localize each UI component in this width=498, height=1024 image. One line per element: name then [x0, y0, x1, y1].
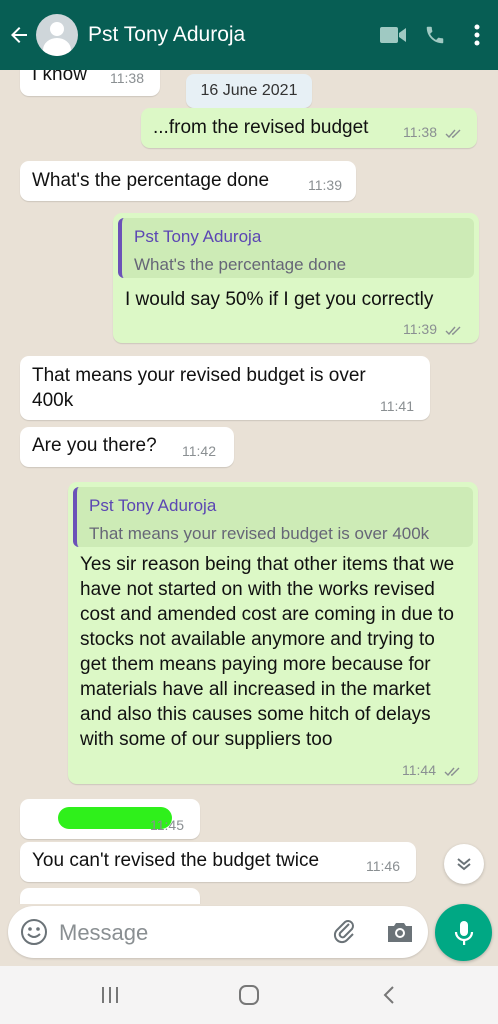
message-time: 11:44	[402, 762, 462, 778]
message-time: 11:42	[182, 443, 216, 459]
message-time: 11:41	[380, 398, 414, 414]
message-text: Yes sir reason being that other items th…	[80, 554, 455, 750]
quote-author: Pst Tony Aduroja	[134, 227, 262, 246]
message-text: Are you there?	[32, 435, 157, 456]
message-time: 11:39	[308, 177, 342, 193]
voice-call-button[interactable]	[414, 0, 456, 70]
message-incoming-partial[interactable]	[20, 888, 200, 904]
more-vertical-icon	[474, 24, 480, 46]
mic-button[interactable]	[435, 904, 492, 961]
quoted-message[interactable]: Pst Tony Aduroja What's the percentage d…	[118, 218, 474, 278]
message-outgoing[interactable]: Pst Tony Aduroja That means your revised…	[68, 482, 478, 784]
message-text: ...from the revised budget	[153, 117, 369, 138]
read-ticks-icon	[445, 326, 461, 336]
message-text: You can't revised the budget twice	[32, 850, 320, 871]
contact-name[interactable]: Pst Tony Aduroja	[88, 23, 372, 47]
microphone-icon	[454, 920, 473, 945]
date-chip: 16 June 2021	[186, 74, 312, 108]
home-button[interactable]	[234, 980, 264, 1010]
paperclip-icon[interactable]	[331, 918, 359, 946]
system-nav-bar	[0, 966, 498, 1024]
phone-icon	[426, 26, 444, 44]
avatar[interactable]	[36, 14, 78, 56]
home-icon	[239, 985, 259, 1005]
emoji-icon[interactable]	[20, 918, 48, 946]
chevron-double-down-icon	[457, 858, 471, 871]
chat-area[interactable]: I know 11:38 16 June 2021 ...from the re…	[0, 70, 498, 904]
message-text: That means your revised budget is over 4…	[32, 365, 366, 411]
video-call-icon	[380, 27, 406, 43]
message-time: 11:45	[150, 817, 184, 833]
read-ticks-icon	[445, 129, 461, 139]
message-input[interactable]: Message	[59, 920, 148, 946]
message-incoming[interactable]: Are you there? 11:42	[20, 427, 234, 467]
message-composer[interactable]: Message	[8, 906, 428, 958]
message-time: 11:46	[366, 858, 400, 874]
chat-header: Pst Tony Aduroja	[0, 0, 498, 70]
message-outgoing[interactable]: Pst Tony Aduroja What's the percentage d…	[113, 213, 479, 343]
overflow-menu-button[interactable]	[456, 0, 498, 70]
message-time: 11:38	[110, 70, 144, 86]
message-text: What's the percentage done	[32, 170, 270, 191]
chevron-left-icon	[383, 986, 394, 1004]
video-call-button[interactable]	[372, 0, 414, 70]
quote-author: Pst Tony Aduroja	[89, 496, 217, 515]
message-time: 11:39	[403, 321, 463, 337]
back-button[interactable]	[2, 0, 36, 70]
quote-text: That means your revised budget is over 4…	[89, 524, 430, 543]
recent-apps-button[interactable]	[95, 980, 125, 1010]
back-nav-button[interactable]	[374, 980, 404, 1010]
quote-text: What's the percentage done	[134, 255, 347, 274]
quoted-message[interactable]: Pst Tony Aduroja That means your revised…	[73, 487, 473, 547]
message-incoming[interactable]: What's the percentage done 11:39	[20, 161, 356, 201]
message-incoming[interactable]: I know 11:38	[20, 70, 160, 96]
message-text: I know	[32, 70, 87, 85]
arrow-left-icon	[11, 27, 27, 43]
message-outgoing[interactable]: ...from the revised budget 11:38	[141, 108, 477, 148]
read-ticks-icon	[444, 767, 460, 777]
message-text: I would say 50% if I get you correctly	[125, 289, 434, 310]
message-time: 11:38	[403, 124, 463, 140]
message-incoming-redacted[interactable]: 11:45	[20, 799, 200, 839]
scroll-to-bottom-button[interactable]	[444, 844, 484, 884]
message-incoming[interactable]: That means your revised budget is over 4…	[20, 356, 430, 420]
message-incoming[interactable]: You can't revised the budget twice 11:46	[20, 842, 416, 882]
camera-icon[interactable]	[385, 918, 415, 946]
recent-apps-icon	[102, 987, 118, 1003]
